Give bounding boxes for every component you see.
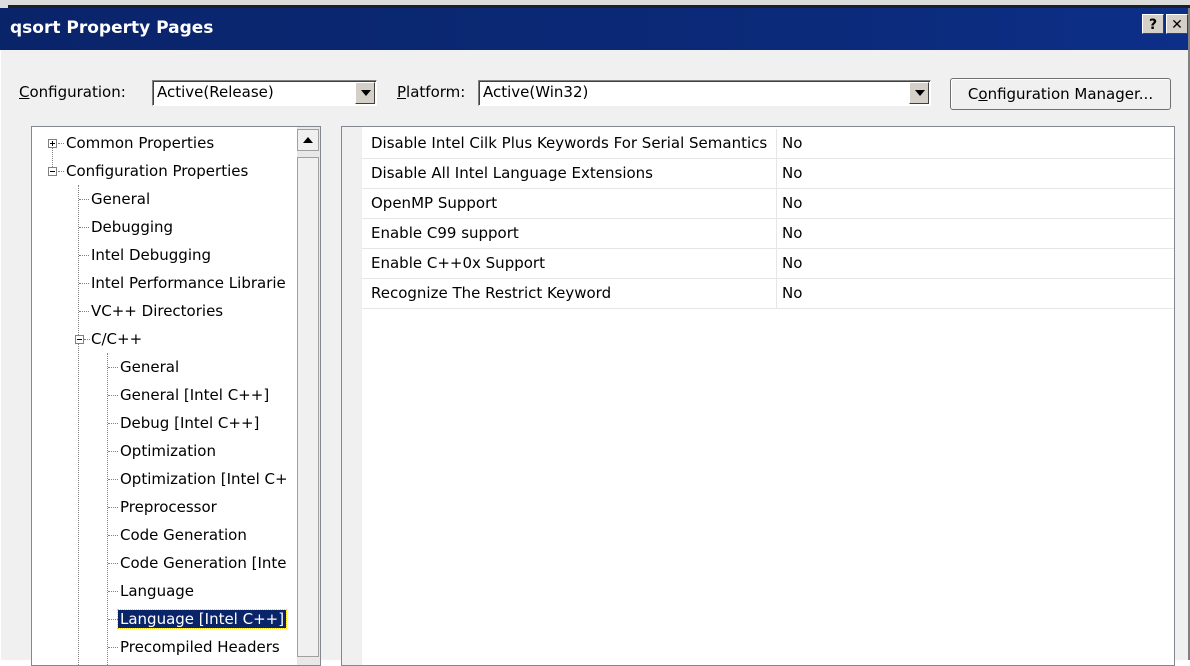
tree-connector: [79, 311, 89, 312]
tree-item-cpp-debug-intel[interactable]: Debug [Intel C++]: [118, 412, 261, 436]
property-row[interactable]: OpenMP Support No: [362, 189, 1174, 219]
tree-item-configuration-properties[interactable]: Configuration Properties: [64, 160, 250, 184]
property-value[interactable]: No: [782, 194, 802, 212]
tree-item-intel-debugging[interactable]: Intel Debugging: [89, 244, 213, 268]
tree-connector: [108, 395, 118, 396]
property-row[interactable]: Disable Intel Cilk Plus Keywords For Ser…: [362, 129, 1174, 159]
property-value[interactable]: No: [782, 284, 802, 302]
tree-item-cpp-precompiled-headers[interactable]: Precompiled Headers: [118, 636, 282, 660]
tree-item-cpp-optimization[interactable]: Optimization: [118, 440, 218, 464]
column-divider: [776, 279, 777, 309]
tree-item-cpp-preprocessor[interactable]: Preprocessor: [118, 496, 219, 520]
tree-connector: [79, 255, 89, 256]
tree-connector: [108, 451, 118, 452]
collapse-minus-icon[interactable]: [48, 167, 57, 176]
tree-connector: [79, 199, 89, 200]
property-name: Enable C++0x Support: [371, 254, 545, 272]
property-row[interactable]: Enable C99 support No: [362, 219, 1174, 249]
property-name: Disable Intel Cilk Plus Keywords For Ser…: [371, 134, 768, 152]
close-button[interactable]: ✕: [1166, 14, 1188, 34]
property-name: Recognize The Restrict Keyword: [371, 284, 612, 302]
column-divider: [776, 219, 777, 249]
property-grid[interactable]: Disable Intel Cilk Plus Keywords For Ser…: [341, 126, 1175, 666]
tree-connector: [108, 535, 118, 536]
tree-connector: [108, 507, 118, 508]
configuration-label: Configuration:: [19, 83, 126, 101]
platform-value: Active(Win32): [483, 83, 589, 101]
category-margin: [342, 127, 362, 665]
configuration-value: Active(Release): [157, 83, 274, 101]
tree-item-cpp-general[interactable]: General: [118, 356, 181, 380]
background-strip: [0, 0, 1190, 8]
tree-connector: [108, 563, 118, 564]
property-value[interactable]: No: [782, 164, 802, 182]
column-divider: [776, 189, 777, 219]
tree-item-general[interactable]: General: [89, 188, 152, 212]
property-name: Disable All Intel Language Extensions: [371, 164, 653, 182]
tree-connector: [78, 185, 79, 665]
platform-dropdown[interactable]: Active(Win32): [478, 80, 931, 106]
tree-item-cpp-optimization-intel[interactable]: Optimization [Intel C+: [118, 468, 290, 492]
property-row[interactable]: Disable All Intel Language Extensions No: [362, 159, 1174, 189]
tree-scrollbar[interactable]: [297, 127, 320, 665]
expand-plus-icon[interactable]: [48, 139, 57, 148]
title-bar[interactable]: qsort Property Pages ? ✕: [0, 8, 1188, 50]
tree-item-debugging[interactable]: Debugging: [89, 216, 175, 240]
property-value[interactable]: No: [782, 254, 802, 272]
property-tree[interactable]: Common Properties Configuration Properti…: [31, 126, 321, 666]
tree-connector: [79, 227, 89, 228]
chevron-down-icon[interactable]: [355, 82, 375, 104]
column-divider: [776, 129, 777, 159]
configuration-dropdown[interactable]: Active(Release): [152, 80, 377, 106]
tree-connector: [108, 423, 118, 424]
tree-connector: [108, 591, 118, 592]
tree-item-cpp-code-generation[interactable]: Code Generation: [118, 524, 249, 548]
scroll-up-icon[interactable]: [297, 129, 319, 151]
property-name: Enable C99 support: [371, 224, 519, 242]
chevron-down-icon[interactable]: [909, 82, 929, 104]
tree-connector: [79, 283, 89, 284]
tree-connector: [108, 647, 118, 648]
tree-connector: [108, 479, 118, 480]
tree-item-cpp-language-intel[interactable]: Language [Intel C++]: [116, 608, 288, 632]
property-row[interactable]: Enable C++0x Support No: [362, 249, 1174, 279]
column-divider: [776, 249, 777, 279]
tree-item-intel-performance-libraries[interactable]: Intel Performance Librarie: [89, 272, 288, 296]
tree-item-cpp-code-generation-intel[interactable]: Code Generation [Inte: [118, 552, 289, 576]
property-value[interactable]: No: [782, 134, 802, 152]
tree-item-common-properties[interactable]: Common Properties: [64, 132, 216, 156]
tree-item-vc-directories[interactable]: VC++ Directories: [89, 300, 225, 324]
tree-item-cpp-language[interactable]: Language: [118, 580, 196, 604]
tree-item-c-cpp[interactable]: C/C++: [89, 328, 144, 352]
tree-connector: [108, 619, 118, 620]
property-row[interactable]: Recognize The Restrict Keyword No: [362, 279, 1174, 309]
column-divider: [776, 159, 777, 189]
tree-item-cpp-general-intel[interactable]: General [Intel C++]: [118, 384, 271, 408]
configuration-manager-button[interactable]: Configuration Manager...: [950, 78, 1171, 110]
property-value[interactable]: No: [782, 224, 802, 242]
help-button[interactable]: ?: [1142, 14, 1164, 34]
dialog-title: qsort Property Pages: [10, 18, 214, 38]
tree-connector: [108, 367, 118, 368]
property-name: OpenMP Support: [371, 194, 498, 212]
collapse-minus-icon[interactable]: [75, 335, 84, 344]
scrollbar-thumb[interactable]: [297, 157, 319, 657]
platform-label: Platform:: [397, 83, 466, 101]
